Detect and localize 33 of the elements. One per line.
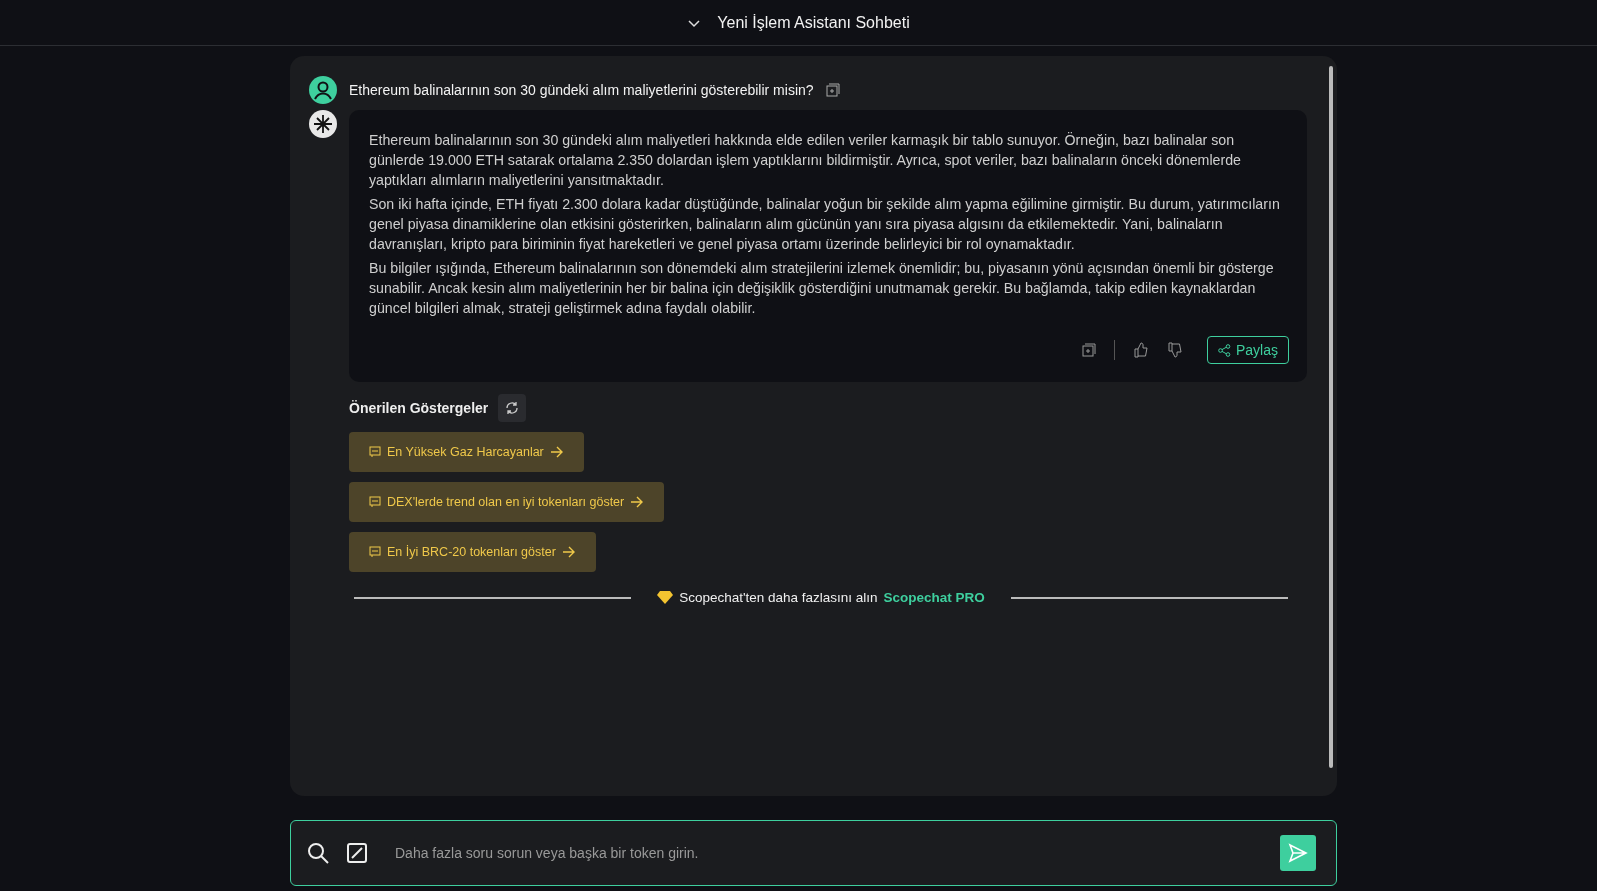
share-icon — [1217, 343, 1231, 357]
copy-icon[interactable] — [1081, 343, 1096, 357]
message-icon — [369, 446, 381, 458]
thumbs-down-icon[interactable] — [1166, 342, 1183, 358]
send-icon — [1288, 843, 1308, 863]
share-button[interactable]: Paylaş — [1206, 336, 1289, 364]
scrollbar[interactable] — [1329, 66, 1333, 768]
suggestions-title: Önerilen Göstergeler — [349, 400, 489, 416]
suggestion-button[interactable]: DEX'lerde trend olan en iyi tokenları göster — [349, 482, 665, 522]
answer-paragraph: Ethereum balinalarının son 30 gündeki alım maliyetleri hakkında elde edilen veriler karmaşık bir tablo sunuyor. Örneğin, bazı balinalar son günlerde 19.000 ETH satarak ortalama 2.350 dolardan işlem yaptıklarını bildirmiştir. Ayrıca, spot veriler, bazı balinaların önceki dönemlerde yaptıkları alımların maliyetlerini yansıtmaktadır. — [369, 131, 1242, 190]
suggestion-button[interactable]: En Yüksek Gaz Harcayanlar — [349, 432, 584, 472]
user-question: Ethereum balinalarının son 30 gündeki alım maliyetlerini gösterebilir misin? — [349, 82, 814, 98]
promo-text: Scopechat'ten daha fazlasını alın — [679, 590, 878, 605]
chat-title: Yeni İşlem Asistanı Sohbeti — [717, 13, 910, 32]
assistant-avatar-icon — [309, 110, 337, 138]
thumbs-up-icon[interactable] — [1132, 342, 1149, 358]
arrow-right-icon — [630, 496, 645, 508]
arrow-right-icon — [549, 446, 564, 458]
diamond-icon — [657, 591, 674, 604]
message-icon — [369, 496, 381, 508]
pro-link[interactable]: Scopechat PRO — [883, 590, 985, 605]
edit-icon[interactable] — [347, 843, 367, 863]
suggestion-button[interactable]: En İyi BRC-20 tokenları göster — [349, 532, 596, 572]
answer-paragraph: Son iki hafta içinde, ETH fiyatı 2.300 dolara kadar düştüğünde, balinalar yoğun bir şekilde alım yapma eğilimine girmiştir. Bu durum, yatırımcıların genel piyasa dinamiklerine olan etkisini gösterirken, balinaların alım gücünün yanı sıra piyasa algısını da etkilemektedir. Yani, balinaların davranışları, kripto para biriminin fiyat hareketleri ve genel piyasa ortamı üzerinde belirleyici bir rol oynamaktadır. — [369, 195, 1281, 254]
copy-icon[interactable] — [825, 83, 840, 97]
refresh-icon — [505, 401, 520, 415]
message-icon — [369, 546, 381, 558]
user-avatar-icon — [309, 76, 337, 104]
message-input[interactable]: Daha fazla soru sorun veya başka bir token girin. — [393, 844, 1262, 862]
search-icon[interactable] — [307, 842, 329, 864]
answer-paragraph: Bu bilgiler ışığında, Ethereum balinalarının son dönemdeki alım stratejilerini izlemek önemlidir; bu, piyasanın yönü açısından önemli bir gösterge sunabilir. Ancak kesin alım maliyetlerinin her bir balina için değişiklik gösterdiğini unutmamak gerekir. Bu bağlamda, takip edilen kaynaklardan güncel bilgileri almak, strateji geliştirmek adına faydalı olabilir. — [369, 259, 1275, 318]
refresh-button[interactable] — [498, 394, 527, 422]
arrow-right-icon — [561, 546, 576, 558]
